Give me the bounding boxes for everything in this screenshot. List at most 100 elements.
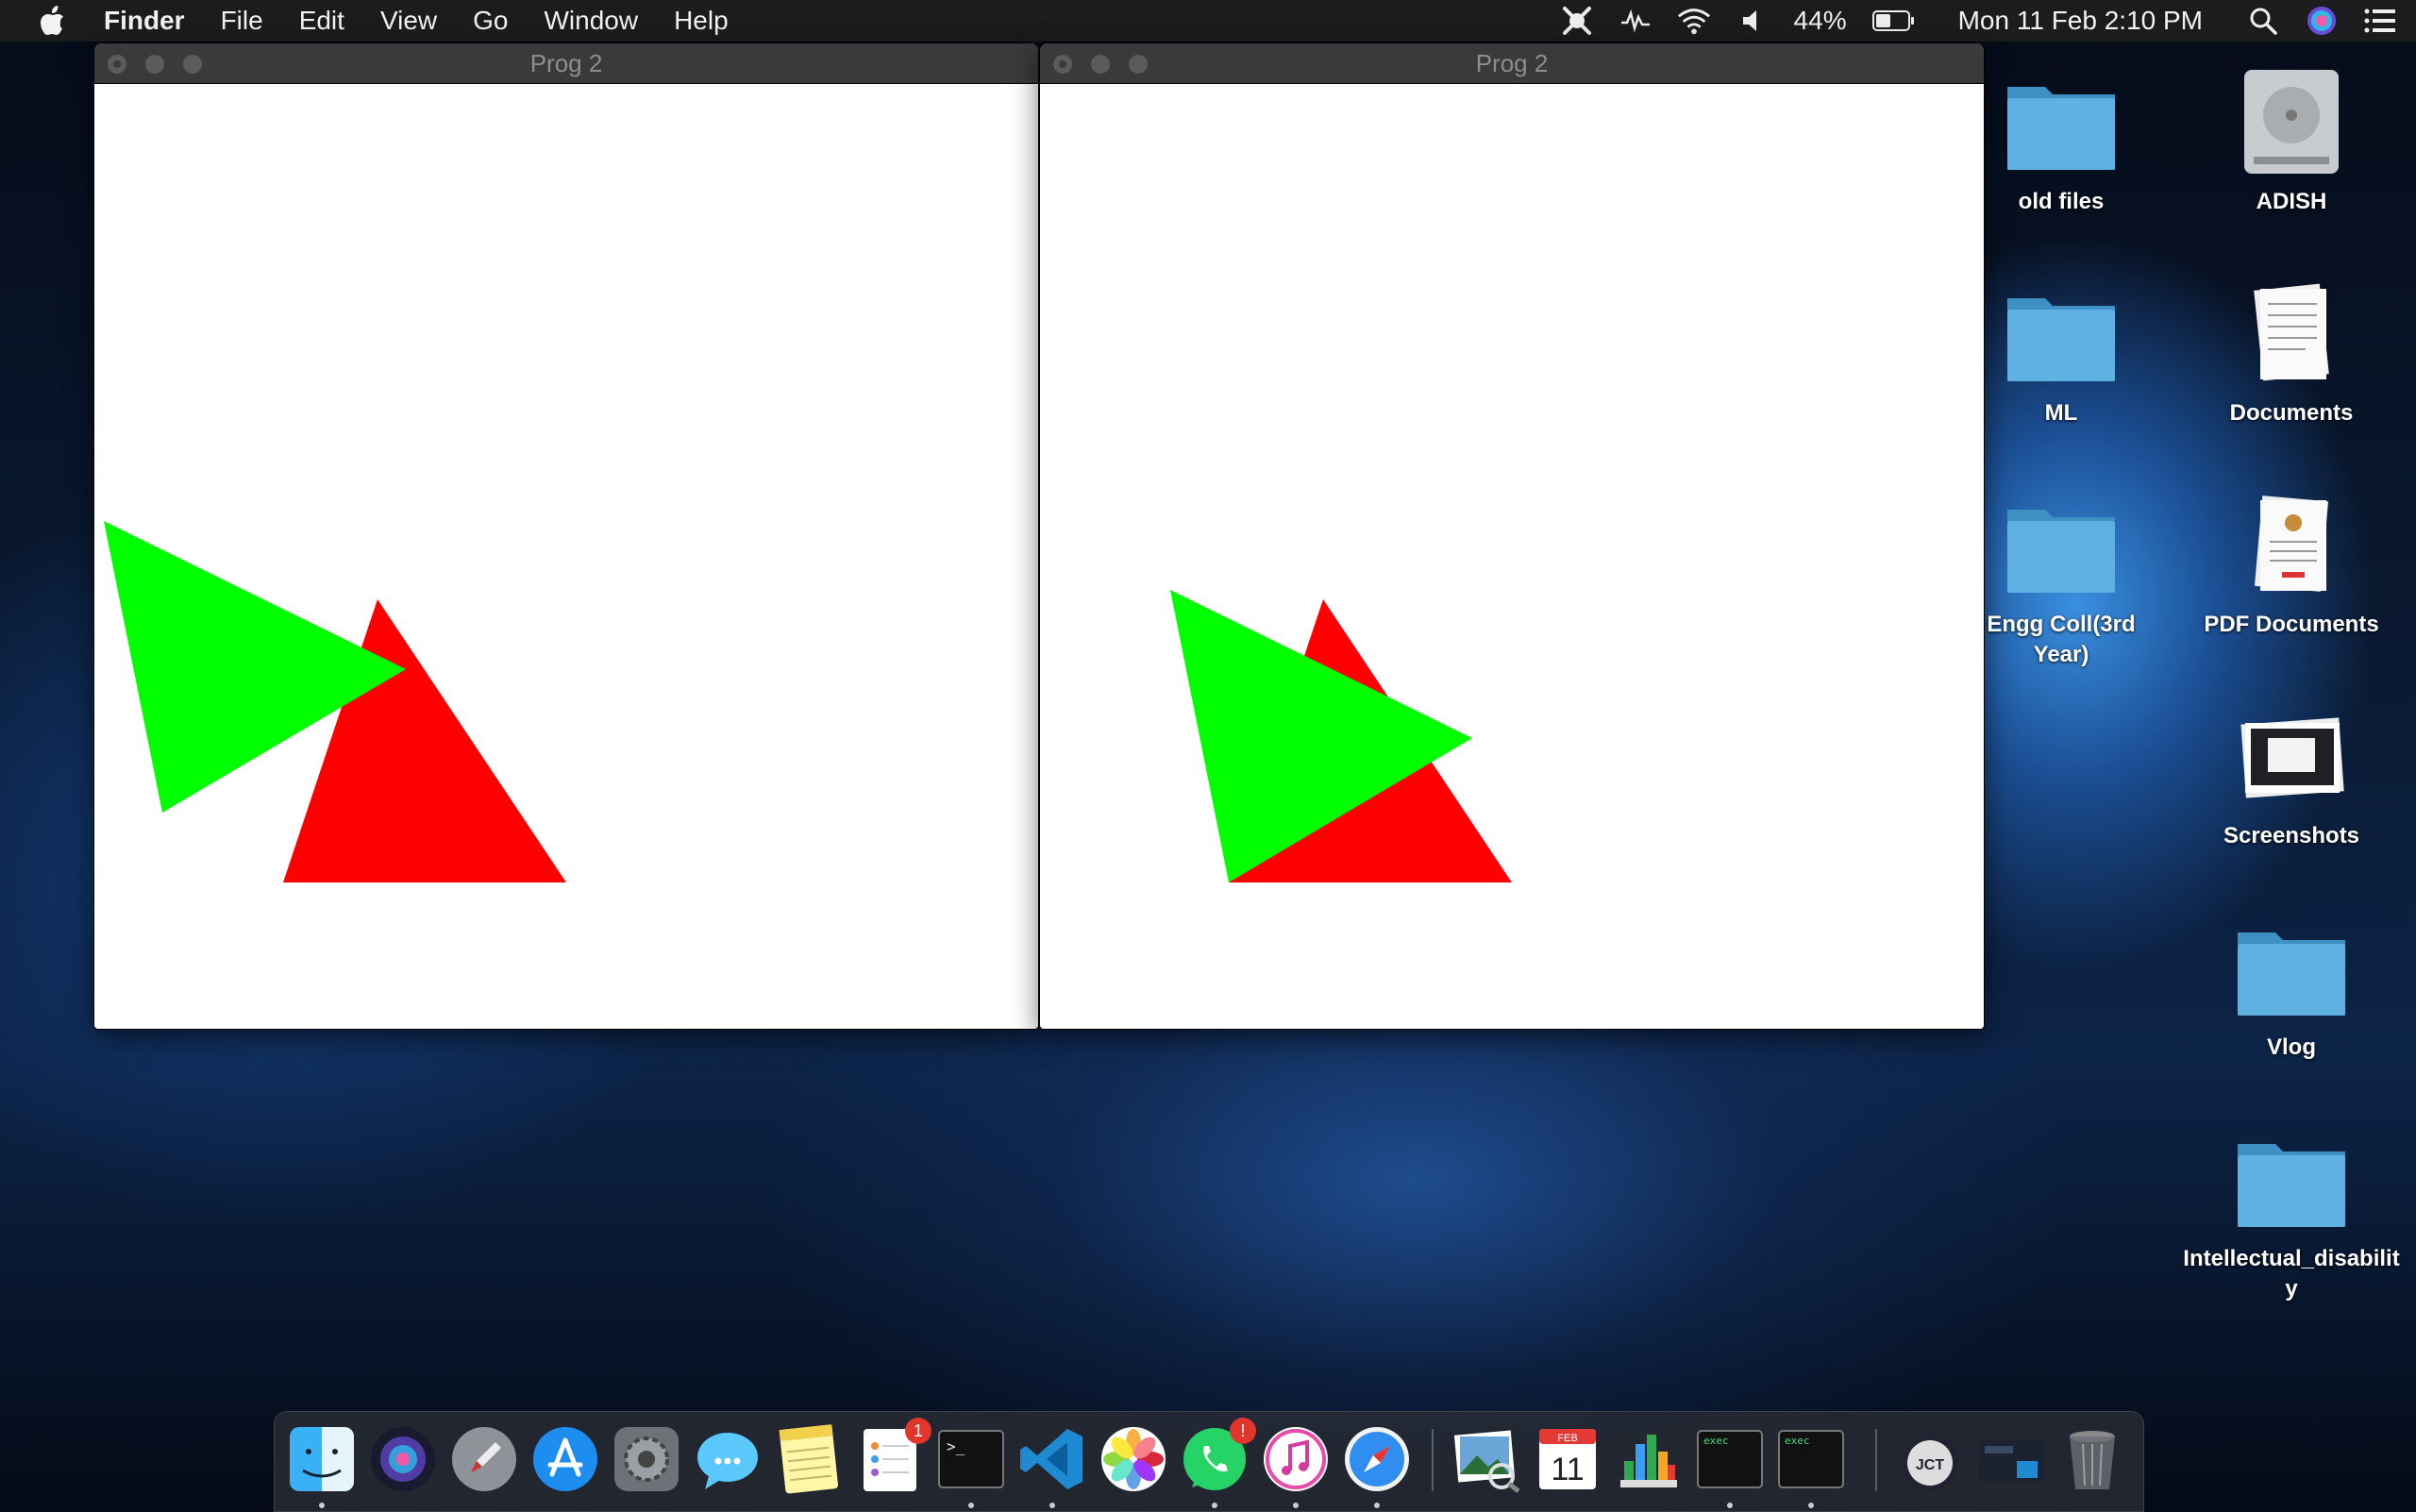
- menu-help[interactable]: Help: [674, 6, 729, 36]
- jct-logo-icon: JCT: [1902, 1435, 1958, 1491]
- desktop-item-screenshots[interactable]: Screenshots: [2188, 700, 2395, 851]
- calendar-icon: FEB 11: [1539, 1429, 1596, 1489]
- screenshots-icon: [2240, 717, 2344, 798]
- menu-view[interactable]: View: [380, 6, 437, 36]
- dock-messages[interactable]: [692, 1423, 763, 1495]
- menu-app-name[interactable]: Finder: [104, 6, 185, 36]
- siri-icon: [371, 1427, 435, 1491]
- desktop-item-intellectual-disability[interactable]: Intellectual_disability: [2178, 1123, 2405, 1304]
- drawing-canvas: [94, 84, 1038, 1029]
- dock-photos[interactable]: [1098, 1423, 1169, 1495]
- dock-notes[interactable]: [773, 1423, 845, 1495]
- desktop-item-adish[interactable]: ADISH: [2188, 66, 2395, 217]
- running-indicator: [1049, 1503, 1055, 1508]
- apple-menu-icon[interactable]: [38, 5, 66, 37]
- drawing-canvas: [1040, 84, 1984, 1029]
- battery-percent: 44%: [1793, 6, 1847, 35]
- desktop-item-vlog[interactable]: Vlog: [2188, 912, 2395, 1063]
- running-indicator: [1374, 1503, 1380, 1508]
- dock-whatsapp[interactable]: !: [1179, 1418, 1256, 1508]
- launchpad-rocket-icon: [452, 1427, 516, 1491]
- activity-icon[interactable]: [1619, 5, 1653, 37]
- running-indicator: [1212, 1503, 1217, 1508]
- dock-app-store[interactable]: [529, 1423, 601, 1495]
- dock-trash[interactable]: [2056, 1423, 2128, 1495]
- terminal-icon: >_: [938, 1430, 1004, 1488]
- dock-numbers[interactable]: [1613, 1423, 1685, 1495]
- menu-bar: Finder File Edit View Go Window Help 44%…: [0, 0, 2416, 42]
- window-prog2-left[interactable]: Prog 2: [94, 43, 1038, 1029]
- folder-icon: [2007, 87, 2115, 170]
- menu-window[interactable]: Window: [544, 6, 638, 36]
- status-app-icon[interactable]: [1560, 5, 1594, 37]
- window-title: Prog 2: [529, 49, 603, 77]
- menubar-clock[interactable]: Mon 11 Feb 2:10 PM: [1958, 6, 2203, 36]
- battery-icon[interactable]: [1871, 5, 1917, 37]
- dock-launchpad[interactable]: [448, 1423, 520, 1495]
- running-indicator: [1727, 1503, 1733, 1508]
- preview-icon: [1453, 1430, 1520, 1493]
- notification-center-icon[interactable]: [2363, 5, 2397, 37]
- siri-icon[interactable]: [2305, 5, 2339, 37]
- menu-edit[interactable]: Edit: [299, 6, 344, 36]
- dock-jct-stack[interactable]: JCT: [1894, 1423, 1966, 1495]
- dock-exec-terminal-1[interactable]: exec: [1694, 1423, 1766, 1508]
- calendar-day: 11: [1551, 1452, 1584, 1487]
- hard-drive-icon: [2244, 70, 2339, 174]
- app-store-icon: [533, 1427, 597, 1491]
- folder-icon: [2007, 510, 2115, 593]
- volume-icon[interactable]: [1736, 5, 1770, 37]
- dock-exec-terminal-2[interactable]: exec: [1775, 1423, 1847, 1508]
- vscode-icon: [1020, 1429, 1082, 1489]
- dock-calendar[interactable]: FEB 11: [1532, 1423, 1603, 1495]
- messages-icon: [697, 1433, 758, 1489]
- screenshot-stack-icon: [1979, 1440, 2043, 1482]
- notification-badge: 1: [905, 1418, 931, 1444]
- folder-icon: [2238, 1144, 2345, 1227]
- wifi-icon[interactable]: [1677, 5, 1711, 37]
- folder-icon: [2007, 298, 2115, 381]
- dock: 1 >_ ! FEB 11 exec exec JCT: [274, 1411, 2144, 1512]
- window-titlebar[interactable]: Prog 2: [94, 43, 1038, 84]
- menu-go[interactable]: Go: [473, 6, 508, 36]
- pdf-documents-icon: [2254, 496, 2329, 592]
- menu-file[interactable]: File: [221, 6, 263, 36]
- dock-finder[interactable]: [286, 1423, 358, 1508]
- window-titlebar[interactable]: Prog 2: [1040, 43, 1984, 84]
- desktop-item-ml[interactable]: ML: [1957, 277, 2165, 428]
- running-indicator: [319, 1503, 325, 1508]
- dock-separator: [1875, 1429, 1877, 1491]
- dock-system-preferences[interactable]: [611, 1423, 682, 1495]
- dock-safari[interactable]: [1341, 1423, 1413, 1508]
- svg-text:exec: exec: [1703, 1435, 1729, 1447]
- finder-icon: [290, 1427, 354, 1491]
- window-title: Prog 2: [1475, 49, 1549, 77]
- dock-screenshot-stack[interactable]: [1975, 1423, 2047, 1495]
- svg-text:>_: >_: [947, 1437, 965, 1455]
- dock-preview[interactable]: [1451, 1423, 1522, 1495]
- desktop-item-pdf-documents[interactable]: PDF Documents: [2188, 489, 2395, 640]
- folder-icon: [2238, 932, 2345, 1016]
- exec-terminal-icon: exec: [1697, 1430, 1763, 1488]
- notes-icon: [779, 1424, 839, 1494]
- trash-icon: [2070, 1431, 2115, 1489]
- svg-text:exec: exec: [1785, 1435, 1810, 1447]
- desktop-item-old-files[interactable]: old files: [1957, 66, 2165, 217]
- dock-reminders[interactable]: 1: [854, 1418, 931, 1495]
- dock-vscode[interactable]: [1016, 1423, 1088, 1508]
- dock-itunes[interactable]: [1260, 1423, 1332, 1508]
- notification-badge: !: [1230, 1418, 1256, 1444]
- dock-terminal[interactable]: >_: [935, 1423, 1007, 1508]
- desktop-item-engg-coll[interactable]: Engg Coll(3rd Year): [1957, 489, 2165, 670]
- exec-terminal-icon: exec: [1778, 1430, 1844, 1488]
- documents-icon: [2254, 283, 2329, 381]
- spotlight-search-icon[interactable]: [2246, 5, 2280, 37]
- dock-siri[interactable]: [367, 1423, 439, 1495]
- calendar-month: FEB: [1557, 1433, 1577, 1444]
- numbers-chart-icon: [1620, 1435, 1677, 1487]
- window-prog2-right[interactable]: Prog 2: [1040, 43, 1984, 1029]
- running-indicator: [1808, 1503, 1814, 1508]
- running-indicator: [968, 1503, 974, 1508]
- desktop-item-documents[interactable]: Documents: [2188, 277, 2395, 428]
- gear-icon: [614, 1427, 679, 1491]
